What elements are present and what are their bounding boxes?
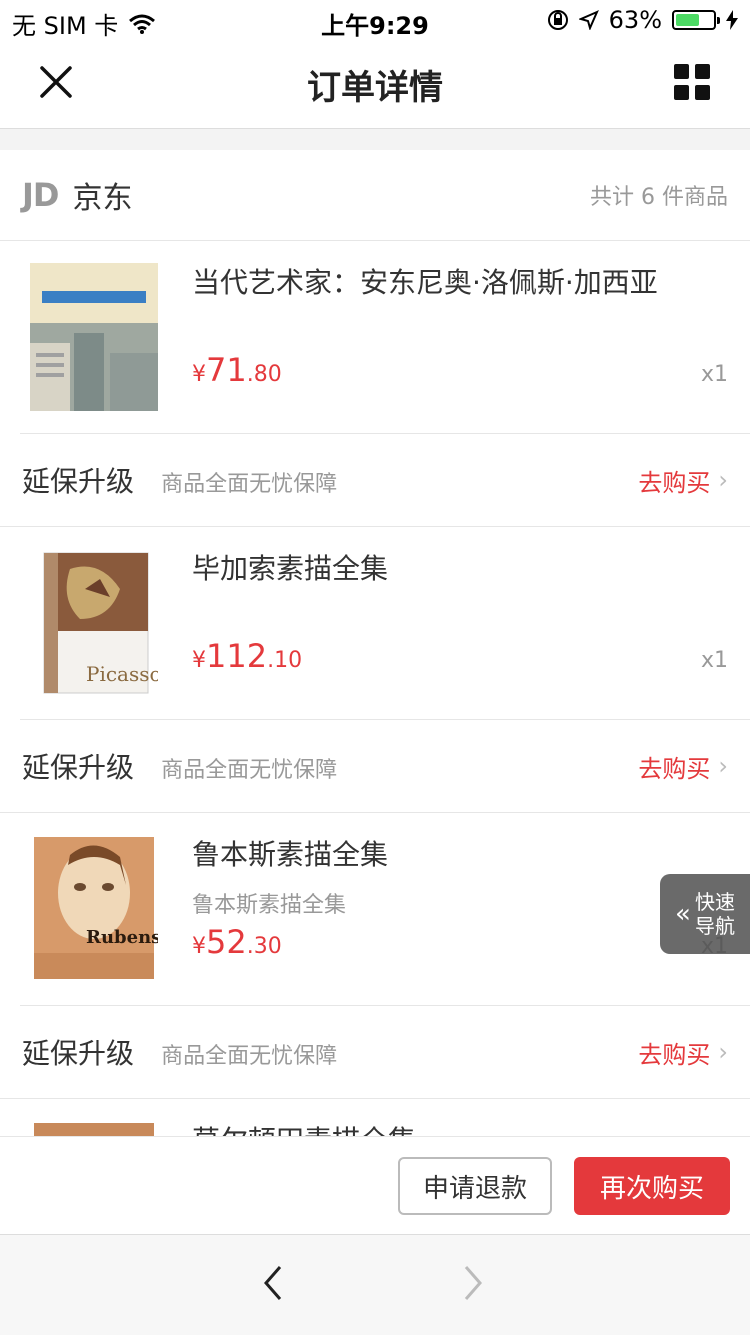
battery-percent: 63% [608, 6, 662, 34]
grid-icon[interactable] [674, 64, 710, 100]
price-decimal: .30 [246, 934, 282, 959]
store-name-group: JD 京东 [22, 173, 132, 217]
buy-warranty-link[interactable]: 去购买 › [638, 1035, 728, 1070]
product-price: ¥112.10 [192, 637, 302, 675]
product-info: 莫尔顿田素描全集 [192, 1119, 726, 1136]
price-currency: ¥ [192, 648, 206, 673]
warranty-row[interactable]: 延保升级 商品全面无忧保障 去购买 › [0, 434, 750, 527]
product-name: 毕加索素描全集 [192, 552, 389, 585]
store-header: JD 京东 共计 6 件商品 [0, 150, 750, 241]
product-price: ¥71.80 [192, 351, 282, 389]
svg-text:Rubens: Rubens [86, 927, 158, 948]
product-price: ¥52.30 [192, 923, 282, 961]
order-content: JD 京东 共计 6 件商品 当代艺术家：安东尼奥·洛佩斯·加西亚 ¥71.80… [0, 150, 750, 1136]
product-info: 当代艺术家：安东尼奥·洛佩斯·加西亚 [192, 261, 726, 301]
rebuy-button[interactable]: 再次购买 [574, 1157, 730, 1215]
product-image [30, 263, 158, 411]
warranty-desc: 商品全面无忧保障 [161, 1044, 338, 1069]
warranty-label: 延保升级 [22, 1037, 135, 1070]
product-info: 鲁本斯素描全集 鲁本斯素描全集 [192, 833, 726, 919]
buy-warranty-link[interactable]: 去购买 › [638, 463, 728, 498]
quick-nav-button[interactable]: « 快速 导航 [660, 874, 750, 954]
battery-icon [672, 10, 720, 30]
forward-icon[interactable] [462, 1265, 484, 1301]
product-info: 毕加索素描全集 [192, 547, 726, 587]
charging-icon [726, 10, 738, 30]
warranty-label: 延保升级 [22, 465, 135, 498]
warranty-text-group: 延保升级 商品全面无忧保障 [22, 1032, 337, 1072]
location-icon [578, 10, 599, 30]
back-icon[interactable] [262, 1265, 284, 1301]
product-image: Rubens [30, 835, 158, 983]
action-bar: 申请退款 再次购买 [0, 1136, 750, 1235]
price-currency: ¥ [192, 362, 206, 387]
orientation-lock-icon [547, 9, 569, 31]
product-quantity: x1 [700, 362, 728, 387]
order-item[interactable]: Rubens 鲁本斯素描全集 鲁本斯素描全集 ¥52.30 x1 [20, 813, 750, 1006]
store-name: 京东 [72, 181, 133, 216]
order-item[interactable]: Picasso 毕加索素描全集 ¥112.10 x1 [20, 527, 750, 720]
product-name: 当代艺术家：安东尼奥·洛佩斯·加西亚 [192, 266, 658, 299]
jd-logo-icon: JD [22, 176, 59, 214]
order-item[interactable]: 莫尔顿田素描全集 [20, 1099, 750, 1136]
product-image [30, 1121, 158, 1136]
product-quantity: x1 [700, 648, 728, 673]
order-item[interactable]: 当代艺术家：安东尼奥·洛佩斯·加西亚 ¥71.80 x1 [20, 241, 750, 434]
chevron-right-icon: › [718, 466, 728, 494]
warranty-desc: 商品全面无忧保障 [161, 472, 338, 497]
item-count: 共计 6 件商品 [590, 185, 728, 210]
svg-text:Picasso: Picasso [86, 662, 158, 686]
refund-button[interactable]: 申请退款 [398, 1157, 552, 1215]
price-integer: 71 [206, 351, 247, 389]
buy-warranty-label: 去购买 [638, 1040, 711, 1069]
warranty-desc: 商品全面无忧保障 [161, 758, 338, 783]
quick-nav-line1: 快速 [694, 890, 735, 914]
double-chevron-left-icon: « [675, 899, 691, 929]
buy-warranty-label: 去购买 [638, 468, 711, 497]
quick-nav-label: 快速 导航 [695, 890, 735, 938]
nav-bar: 订单详情 [0, 40, 750, 129]
warranty-row[interactable]: 延保升级 商品全面无忧保障 去购买 › [0, 1006, 750, 1099]
product-subtitle: 鲁本斯素描全集 [192, 893, 347, 918]
warranty-text-group: 延保升级 商品全面无忧保障 [22, 460, 337, 500]
price-integer: 112 [206, 637, 268, 675]
warranty-row[interactable]: 延保升级 商品全面无忧保障 去购买 › [0, 720, 750, 813]
warranty-text-group: 延保升级 商品全面无忧保障 [22, 746, 337, 786]
status-bar: 无 SIM 卡 上午9:29 63% [0, 0, 750, 40]
chevron-right-icon: › [718, 752, 728, 780]
warranty-label: 延保升级 [22, 751, 135, 784]
product-name: 鲁本斯素描全集 [192, 838, 389, 871]
quick-nav-line2: 导航 [694, 914, 735, 938]
browser-toolbar [0, 1234, 750, 1335]
price-currency: ¥ [192, 934, 206, 959]
price-decimal: .80 [246, 362, 282, 387]
buy-warranty-link[interactable]: 去购买 › [638, 749, 728, 784]
product-image: Picasso [30, 549, 158, 697]
buy-warranty-label: 去购买 [638, 754, 711, 783]
chevron-right-icon: › [718, 1038, 728, 1066]
price-decimal: .10 [267, 648, 303, 673]
battery-fill [676, 14, 699, 26]
status-right: 63% [547, 6, 738, 34]
page-title: 订单详情 [307, 68, 443, 108]
price-integer: 52 [206, 923, 247, 961]
product-name: 莫尔顿田素描全集 [192, 1119, 726, 1136]
